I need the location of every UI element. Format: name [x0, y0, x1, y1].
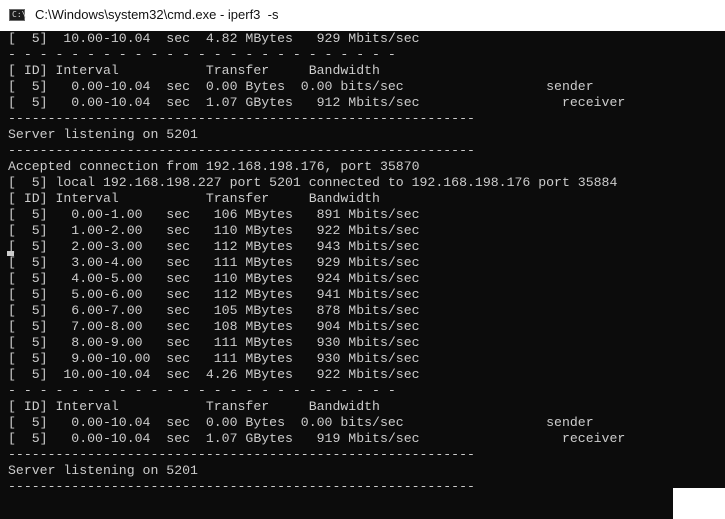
console-line: ----------------------------------------… — [8, 447, 475, 462]
window-title: C:\Windows\system32\cmd.exe - iperf3 -s — [35, 7, 279, 22]
console-line: Accepted connection from 192.168.198.176… — [8, 159, 420, 174]
cmd-window: C:\ C:\Windows\system32\cmd.exe - iperf3… — [0, 0, 725, 519]
text-cursor — [7, 251, 14, 256]
console-line: [ 5] 3.00-4.00 sec 111 MBytes 929 Mbits/… — [8, 255, 420, 270]
console-line: - - - - - - - - - - - - - - - - - - - - … — [8, 47, 396, 62]
console-line: [ ID] Interval Transfer Bandwidth — [8, 399, 380, 414]
console-line: [ 5] 7.00-8.00 sec 108 MBytes 904 Mbits/… — [8, 319, 420, 334]
title-bar[interactable]: C:\ C:\Windows\system32\cmd.exe - iperf3… — [0, 0, 725, 31]
console-line: - - - - - - - - - - - - - - - - - - - - … — [8, 383, 396, 398]
console-line: ----------------------------------------… — [8, 143, 475, 158]
console-line: [ 5] 0.00-1.00 sec 106 MBytes 891 Mbits/… — [8, 207, 420, 222]
console-line: [ 5] 0.00-10.04 sec 0.00 Bytes 0.00 bits… — [8, 415, 594, 430]
console-line: [ 5] 1.00-2.00 sec 110 MBytes 922 Mbits/… — [8, 223, 420, 238]
console-line: [ ID] Interval Transfer Bandwidth — [8, 191, 380, 206]
console-line: ----------------------------------------… — [8, 111, 475, 126]
console-line: [ 5] 5.00-6.00 sec 112 MBytes 941 Mbits/… — [8, 287, 420, 302]
console-line: [ 5] local 192.168.198.227 port 5201 con… — [8, 175, 618, 190]
console-line: [ 5] 9.00-10.00 sec 111 MBytes 930 Mbits… — [8, 351, 420, 366]
cmd-icon[interactable]: C:\ — [9, 9, 26, 21]
console-line: Server listening on 5201 — [8, 127, 198, 142]
console-line: [ 5] 10.00-10.04 sec 4.26 MBytes 922 Mbi… — [8, 367, 420, 382]
console-line: [ ID] Interval Transfer Bandwidth — [8, 63, 380, 78]
console-line: ----------------------------------------… — [8, 479, 475, 494]
console-line: [ 5] 0.00-10.04 sec 1.07 GBytes 912 Mbit… — [8, 95, 626, 110]
console-line: [ 5] 0.00-10.04 sec 1.07 GBytes 919 Mbit… — [8, 431, 626, 446]
window-corner — [673, 488, 725, 519]
console-line: [ 5] 8.00-9.00 sec 111 MBytes 930 Mbits/… — [8, 335, 420, 350]
console-line: [ 5] 4.00-5.00 sec 110 MBytes 924 Mbits/… — [8, 271, 420, 286]
console-line: [ 5] 2.00-3.00 sec 112 MBytes 943 Mbits/… — [8, 239, 420, 254]
console-line: [ 5] 0.00-10.04 sec 0.00 Bytes 0.00 bits… — [8, 79, 594, 94]
console-output[interactable]: [ 5] 10.00-10.04 sec 4.82 MBytes 929 Mbi… — [0, 31, 725, 519]
console-line: [ 5] 6.00-7.00 sec 105 MBytes 878 Mbits/… — [8, 303, 420, 318]
console-line: Server listening on 5201 — [8, 463, 198, 478]
console-line: [ 5] 10.00-10.04 sec 4.82 MBytes 929 Mbi… — [8, 31, 420, 46]
